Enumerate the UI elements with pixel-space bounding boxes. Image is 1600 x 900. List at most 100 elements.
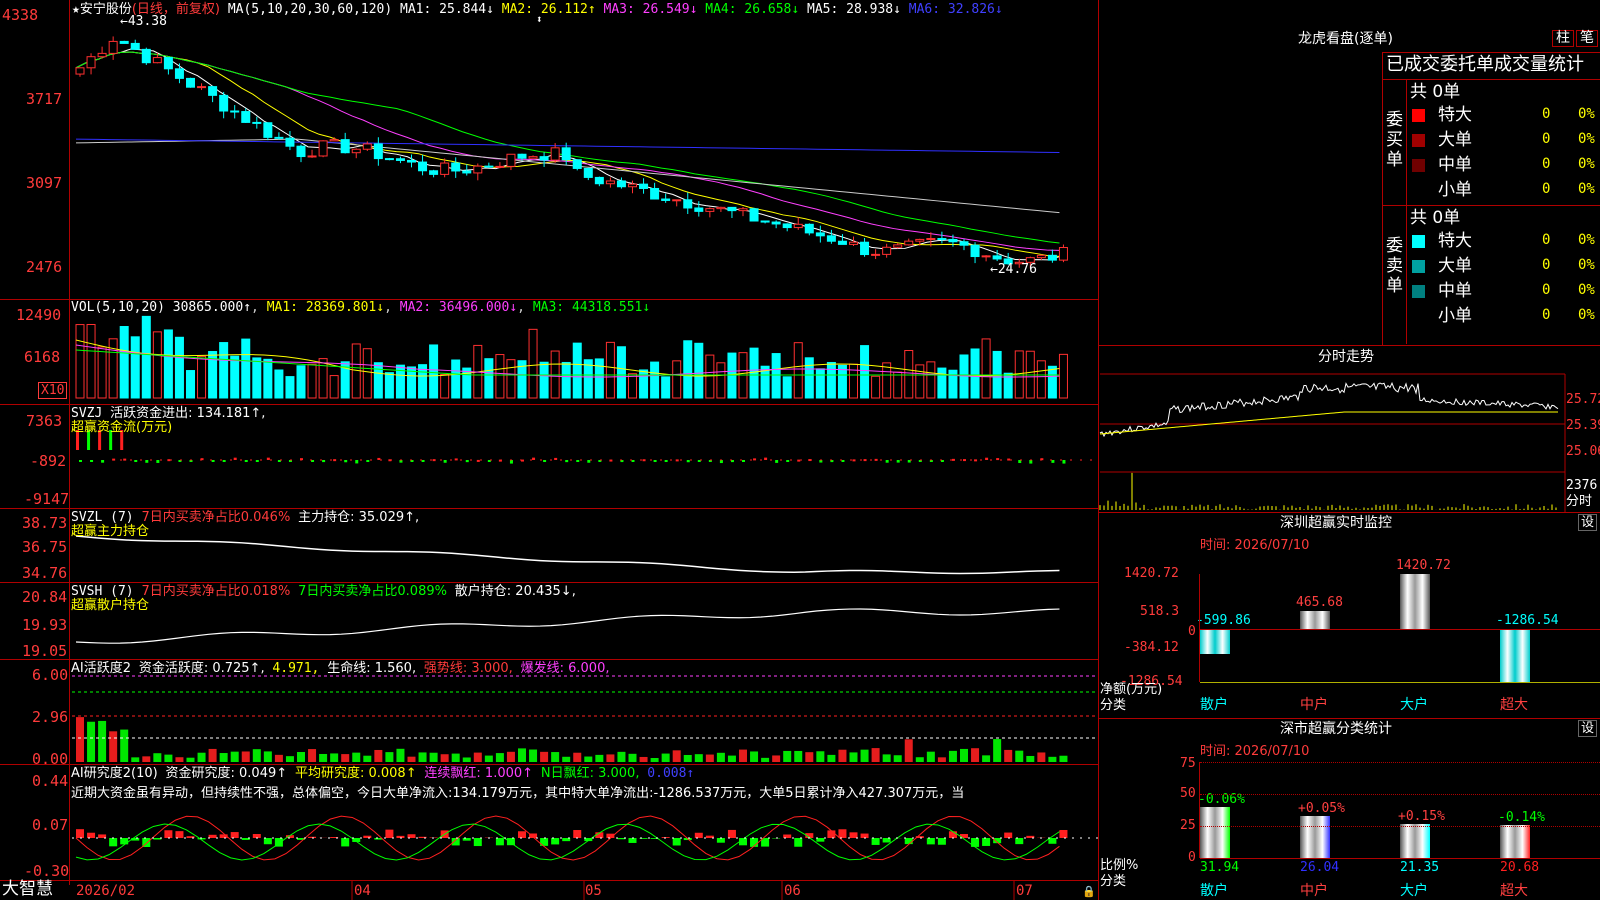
monitor-bar-0[interactable] — [1200, 629, 1230, 654]
ai1-bar — [219, 753, 228, 762]
dragon-header-sep — [1382, 79, 1600, 80]
ai2-tick-2: 0.07 — [32, 816, 69, 834]
ai2-bar — [164, 830, 173, 838]
ai2-bar — [694, 832, 703, 838]
ai2-c: 连续飘红: 1.000↑ — [424, 766, 534, 781]
buy-row-swatch-0 — [1412, 109, 1425, 122]
svzl-net: 7日内买卖净占比0.046% — [141, 510, 291, 525]
ai2-a: 资金研究度: 0.049↑ — [165, 766, 288, 781]
ai1-bar — [418, 752, 427, 762]
volume-bar — [672, 360, 682, 399]
ai2-bar — [926, 838, 935, 845]
ai1-bar — [1026, 755, 1035, 762]
monitor-bar-2[interactable] — [1400, 574, 1430, 629]
classify-time: 时间: 2026/07/10 — [1200, 744, 1310, 759]
svzl-tick-1: 38.73 — [22, 514, 68, 532]
ai2-bar — [76, 829, 84, 838]
candle-body — [583, 167, 593, 178]
volume-bar — [440, 374, 450, 399]
ai1-bar — [208, 748, 217, 762]
vol-unit-badge[interactable]: X10 — [38, 382, 68, 399]
monitor-xlabel: 分类 — [1100, 698, 1127, 713]
ai1-bar — [628, 753, 637, 762]
candle-body — [705, 208, 715, 212]
candle-body — [738, 208, 748, 212]
candle-body — [152, 57, 162, 64]
candle-body — [517, 153, 527, 159]
candle-body — [274, 136, 284, 139]
svsh-hold: 散户持仓: 20.435↓, — [454, 584, 576, 599]
ai1-bar — [783, 750, 792, 762]
x-label-jun: 06 — [784, 883, 801, 899]
classify-settings-button[interactable]: 设 — [1578, 720, 1598, 737]
ai1-bar — [363, 755, 372, 762]
svzj-bar — [963, 459, 966, 462]
low-price-label: ←24.76 — [990, 262, 1037, 277]
ai1-bar — [772, 755, 781, 762]
intraday-price-1: 25.72 — [1566, 392, 1600, 407]
buy-row-count-0: 0 — [1542, 106, 1551, 122]
monitor-cat-3: 超大 — [1500, 697, 1528, 713]
ai2-bar — [982, 838, 991, 846]
svzj-bar — [753, 458, 757, 461]
candle-body — [915, 238, 925, 242]
ai1-bar — [319, 753, 328, 762]
x-label-feb: 2026/02 — [76, 883, 136, 899]
candle-body — [628, 183, 637, 188]
classify-bar-0[interactable] — [1200, 806, 1230, 858]
monitor-bar-1[interactable] — [1300, 610, 1330, 629]
buy-row-swatch-1 — [1412, 134, 1425, 147]
volume-bar — [384, 372, 394, 399]
candle-body — [307, 155, 317, 158]
candle-body — [1036, 254, 1046, 259]
svzj-bar — [786, 460, 790, 462]
ai1-bar — [915, 757, 924, 762]
ai1-bar — [683, 754, 692, 762]
ai1-bar — [904, 739, 913, 762]
svzj-bar — [333, 459, 337, 462]
svzl-hold: 主力持仓: 35.029↑, — [298, 510, 420, 525]
brand-logo[interactable]: 大智慧 — [2, 881, 53, 898]
ai1-bar — [297, 752, 305, 762]
ai1-bar — [716, 752, 725, 762]
ai2-bar — [882, 838, 891, 843]
classify-bar-2[interactable] — [1400, 823, 1430, 858]
ai2-bar — [948, 831, 957, 838]
ai2-bar — [849, 832, 858, 838]
candle-body — [992, 255, 1002, 260]
kline-chart-area[interactable] — [0, 0, 1100, 900]
ai2-bar — [838, 829, 847, 838]
ai2-label: AI研究度2(10) — [71, 766, 158, 781]
ai2-bar — [451, 838, 460, 846]
svzj-tick-3: -9147 — [24, 490, 70, 508]
svzj-bar — [664, 460, 668, 462]
ai2-bar — [937, 838, 946, 845]
bar-view-button[interactable]: 柱 — [1552, 30, 1574, 47]
candle-body — [163, 57, 173, 70]
vol-tick-mid: 6168 — [24, 348, 61, 366]
svzj-bar — [587, 460, 591, 463]
candle-body — [727, 206, 737, 212]
candle-body — [252, 121, 262, 124]
monitor-settings-button[interactable]: 设 — [1578, 514, 1598, 531]
candle-body — [395, 158, 405, 161]
candle-body — [440, 162, 450, 175]
classify-bar-1[interactable] — [1300, 816, 1330, 858]
svzj-bar — [79, 460, 82, 462]
ai2-tick-1: 0.44 — [32, 772, 69, 790]
ai1-bar — [573, 752, 582, 762]
vol-value: 30865.000↑ — [172, 300, 252, 315]
svzj-title: 超赢资金流(万元) — [71, 420, 173, 435]
classify-bar-3[interactable] — [1500, 824, 1530, 858]
ma-item-3: MA3: 26.549↓ — [603, 2, 706, 17]
tick-view-button[interactable]: 笔 — [1576, 30, 1598, 47]
candle-body — [539, 156, 549, 161]
lock-icon[interactable]: 🔒 — [1082, 884, 1096, 899]
ai1-bar — [285, 756, 294, 762]
buy-row-pct-1: 0% — [1578, 131, 1595, 147]
monitor-bar-3[interactable] — [1500, 629, 1530, 682]
volume-bar — [727, 352, 737, 399]
candle-body — [904, 240, 914, 246]
candle-body — [230, 110, 240, 113]
candle-body — [407, 159, 416, 163]
